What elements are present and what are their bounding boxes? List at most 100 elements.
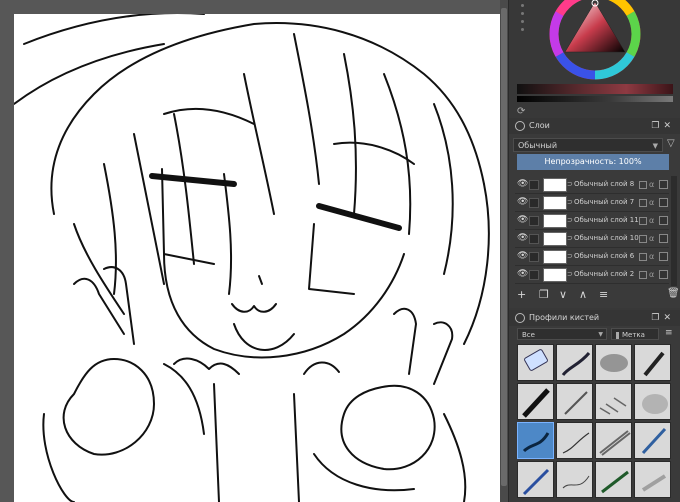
layer-select-checkbox[interactable] (529, 234, 539, 244)
docker-window-buttons[interactable]: ❐✕ (651, 310, 675, 326)
layer-row[interactable]: 👁 ⊃ Обычный слой 7 α (515, 194, 669, 212)
eye-icon[interactable]: 👁 (517, 284, 528, 286)
alpha-lock-icon[interactable]: α (649, 176, 654, 193)
airbrush-brush[interactable] (556, 344, 593, 381)
docker-window-buttons[interactable]: ❐✕ (651, 118, 675, 134)
layer-select-checkbox[interactable] (529, 252, 539, 262)
layer-row[interactable]: 👁 ⊃ Обычный слой 11 α (515, 212, 669, 230)
docker-handle-dot (521, 12, 524, 15)
value-gradient-strip[interactable] (517, 96, 673, 102)
alpha-lock-icon[interactable]: α (649, 230, 654, 247)
lock-icon[interactable] (639, 235, 647, 243)
eye-icon[interactable]: 👁 (517, 230, 528, 247)
trash-icon[interactable]: 🗑 (667, 288, 680, 299)
brush-icon (599, 430, 631, 456)
layer-select-checkbox[interactable] (529, 180, 539, 190)
chalk-brush[interactable] (634, 461, 671, 498)
alpha-lock-icon[interactable]: α (649, 212, 654, 229)
layer-row[interactable]: 👁 ⊃ Обычный слой 6 α (515, 248, 669, 266)
ink-pen-brush[interactable] (634, 344, 671, 381)
pen-brush[interactable] (517, 422, 554, 459)
layers-docker: Слои ❐✕ Обычный ▼ ▽ Непрозрачность: 100%… (509, 118, 680, 308)
canvas-area[interactable] (0, 0, 508, 502)
layer-row[interactable]: 👁 ⊃ Обычный слой 2α (515, 266, 669, 284)
layer-thumbnail (543, 178, 567, 192)
drawing-canvas[interactable] (14, 14, 500, 502)
lock-icon[interactable] (639, 181, 647, 189)
brush-icon (564, 391, 588, 415)
lock-icon[interactable] (639, 199, 647, 207)
lock-icon[interactable] (515, 313, 525, 323)
brush-icon (601, 470, 629, 494)
layer-select-checkbox[interactable] (529, 270, 539, 280)
tag-label: Метка (622, 331, 645, 339)
eye-icon[interactable]: 👁 (517, 212, 528, 229)
dry-brush[interactable] (595, 461, 632, 498)
refresh-icon[interactable]: ⟳ (517, 106, 525, 117)
eye-icon[interactable]: 👁 (517, 266, 528, 283)
blend-mode-select[interactable]: Обычный ▼ (513, 138, 663, 152)
lock-icon[interactable] (639, 271, 647, 279)
layer-row[interactable]: 👁 ⊃ Обычный слой 8 α (515, 176, 669, 194)
layer-list-scrollbar[interactable] (671, 176, 677, 286)
blender-brush[interactable] (595, 344, 632, 381)
alpha-lock-icon[interactable]: α (649, 284, 654, 286)
color-gradient-strip[interactable] (517, 84, 673, 94)
opacity-slider[interactable]: Непрозрачность: 100% (517, 154, 669, 170)
layer-select-checkbox[interactable] (529, 216, 539, 226)
eye-icon[interactable]: 👁 (517, 248, 528, 265)
layer-select-checkbox[interactable] (529, 198, 539, 208)
color-wheel[interactable] (549, 0, 641, 80)
inherit-alpha-checkbox[interactable] (659, 270, 668, 279)
layer-type-icon: ⊃ (567, 216, 573, 224)
move-layer-down-button[interactable]: ∨ (559, 288, 567, 301)
inherit-alpha-checkbox[interactable] (659, 180, 668, 189)
docker-handle-dot (521, 28, 524, 31)
lineart-drawing (14, 14, 490, 502)
alpha-lock-icon[interactable]: α (649, 248, 654, 265)
eraser-brush[interactable] (517, 344, 554, 381)
tag-button[interactable]: Метка (611, 328, 659, 340)
layer-row[interactable]: 👁 ⊃ Обычный слой 10 α (515, 230, 669, 248)
lock-icon[interactable] (639, 253, 647, 261)
alpha-lock-icon[interactable]: α (649, 266, 654, 283)
inherit-alpha-checkbox[interactable] (659, 216, 668, 225)
menu-icon[interactable]: ≡ (665, 328, 673, 338)
layer-name: Обычный слой 7 (574, 198, 635, 206)
colored-pencil-brush[interactable] (634, 422, 671, 459)
canvas-vertical-scrollbar[interactable] (500, 0, 508, 502)
inherit-alpha-checkbox[interactable] (659, 252, 668, 261)
inherit-alpha-checkbox[interactable] (659, 234, 668, 243)
brush-filter-select[interactable]: Все ▼ (517, 328, 607, 340)
brush-icon (522, 468, 550, 496)
lock-icon[interactable] (515, 121, 525, 131)
add-layer-button[interactable]: + (517, 288, 526, 301)
fine-liner-brush[interactable] (556, 422, 593, 459)
chevron-down-icon: ▼ (652, 142, 658, 150)
marker-brush[interactable] (517, 383, 554, 420)
brush-icon (600, 354, 628, 372)
color-selector-docker: ⟳ (509, 0, 680, 118)
brush-preset-grid (517, 344, 673, 502)
eye-icon[interactable]: 👁 (517, 194, 528, 211)
bristle-brush[interactable] (595, 422, 632, 459)
duplicate-layer-button[interactable]: ❐ (539, 288, 549, 301)
filter-icon[interactable]: ▽ (667, 138, 675, 149)
alpha-lock-icon[interactable]: α (649, 194, 654, 211)
eye-icon[interactable]: 👁 (517, 176, 528, 193)
layer-thumbnail (543, 250, 567, 264)
inherit-alpha-checkbox[interactable] (659, 198, 668, 207)
docker-panel: ⟳ Слои ❐✕ Обычный ▼ ▽ Непрозрачность: 10… (508, 0, 680, 502)
canvas-scroll-thumb[interactable] (501, 8, 507, 486)
texture-brush[interactable] (556, 461, 593, 498)
pencil-brush[interactable] (556, 383, 593, 420)
lock-icon[interactable] (639, 217, 647, 225)
layers-docker-titlebar: Слои ❐✕ (509, 118, 680, 134)
layer-row[interactable]: 👁 ⊃Обычный слой 1 α (515, 284, 669, 286)
blue-pencil-brush[interactable] (517, 461, 554, 498)
pencil-hatch-brush[interactable] (595, 383, 632, 420)
brush-icon (524, 349, 548, 371)
move-layer-up-button[interactable]: ∧ (579, 288, 587, 301)
soft-brush[interactable] (634, 383, 671, 420)
layer-properties-button[interactable]: ≡ (599, 288, 608, 301)
